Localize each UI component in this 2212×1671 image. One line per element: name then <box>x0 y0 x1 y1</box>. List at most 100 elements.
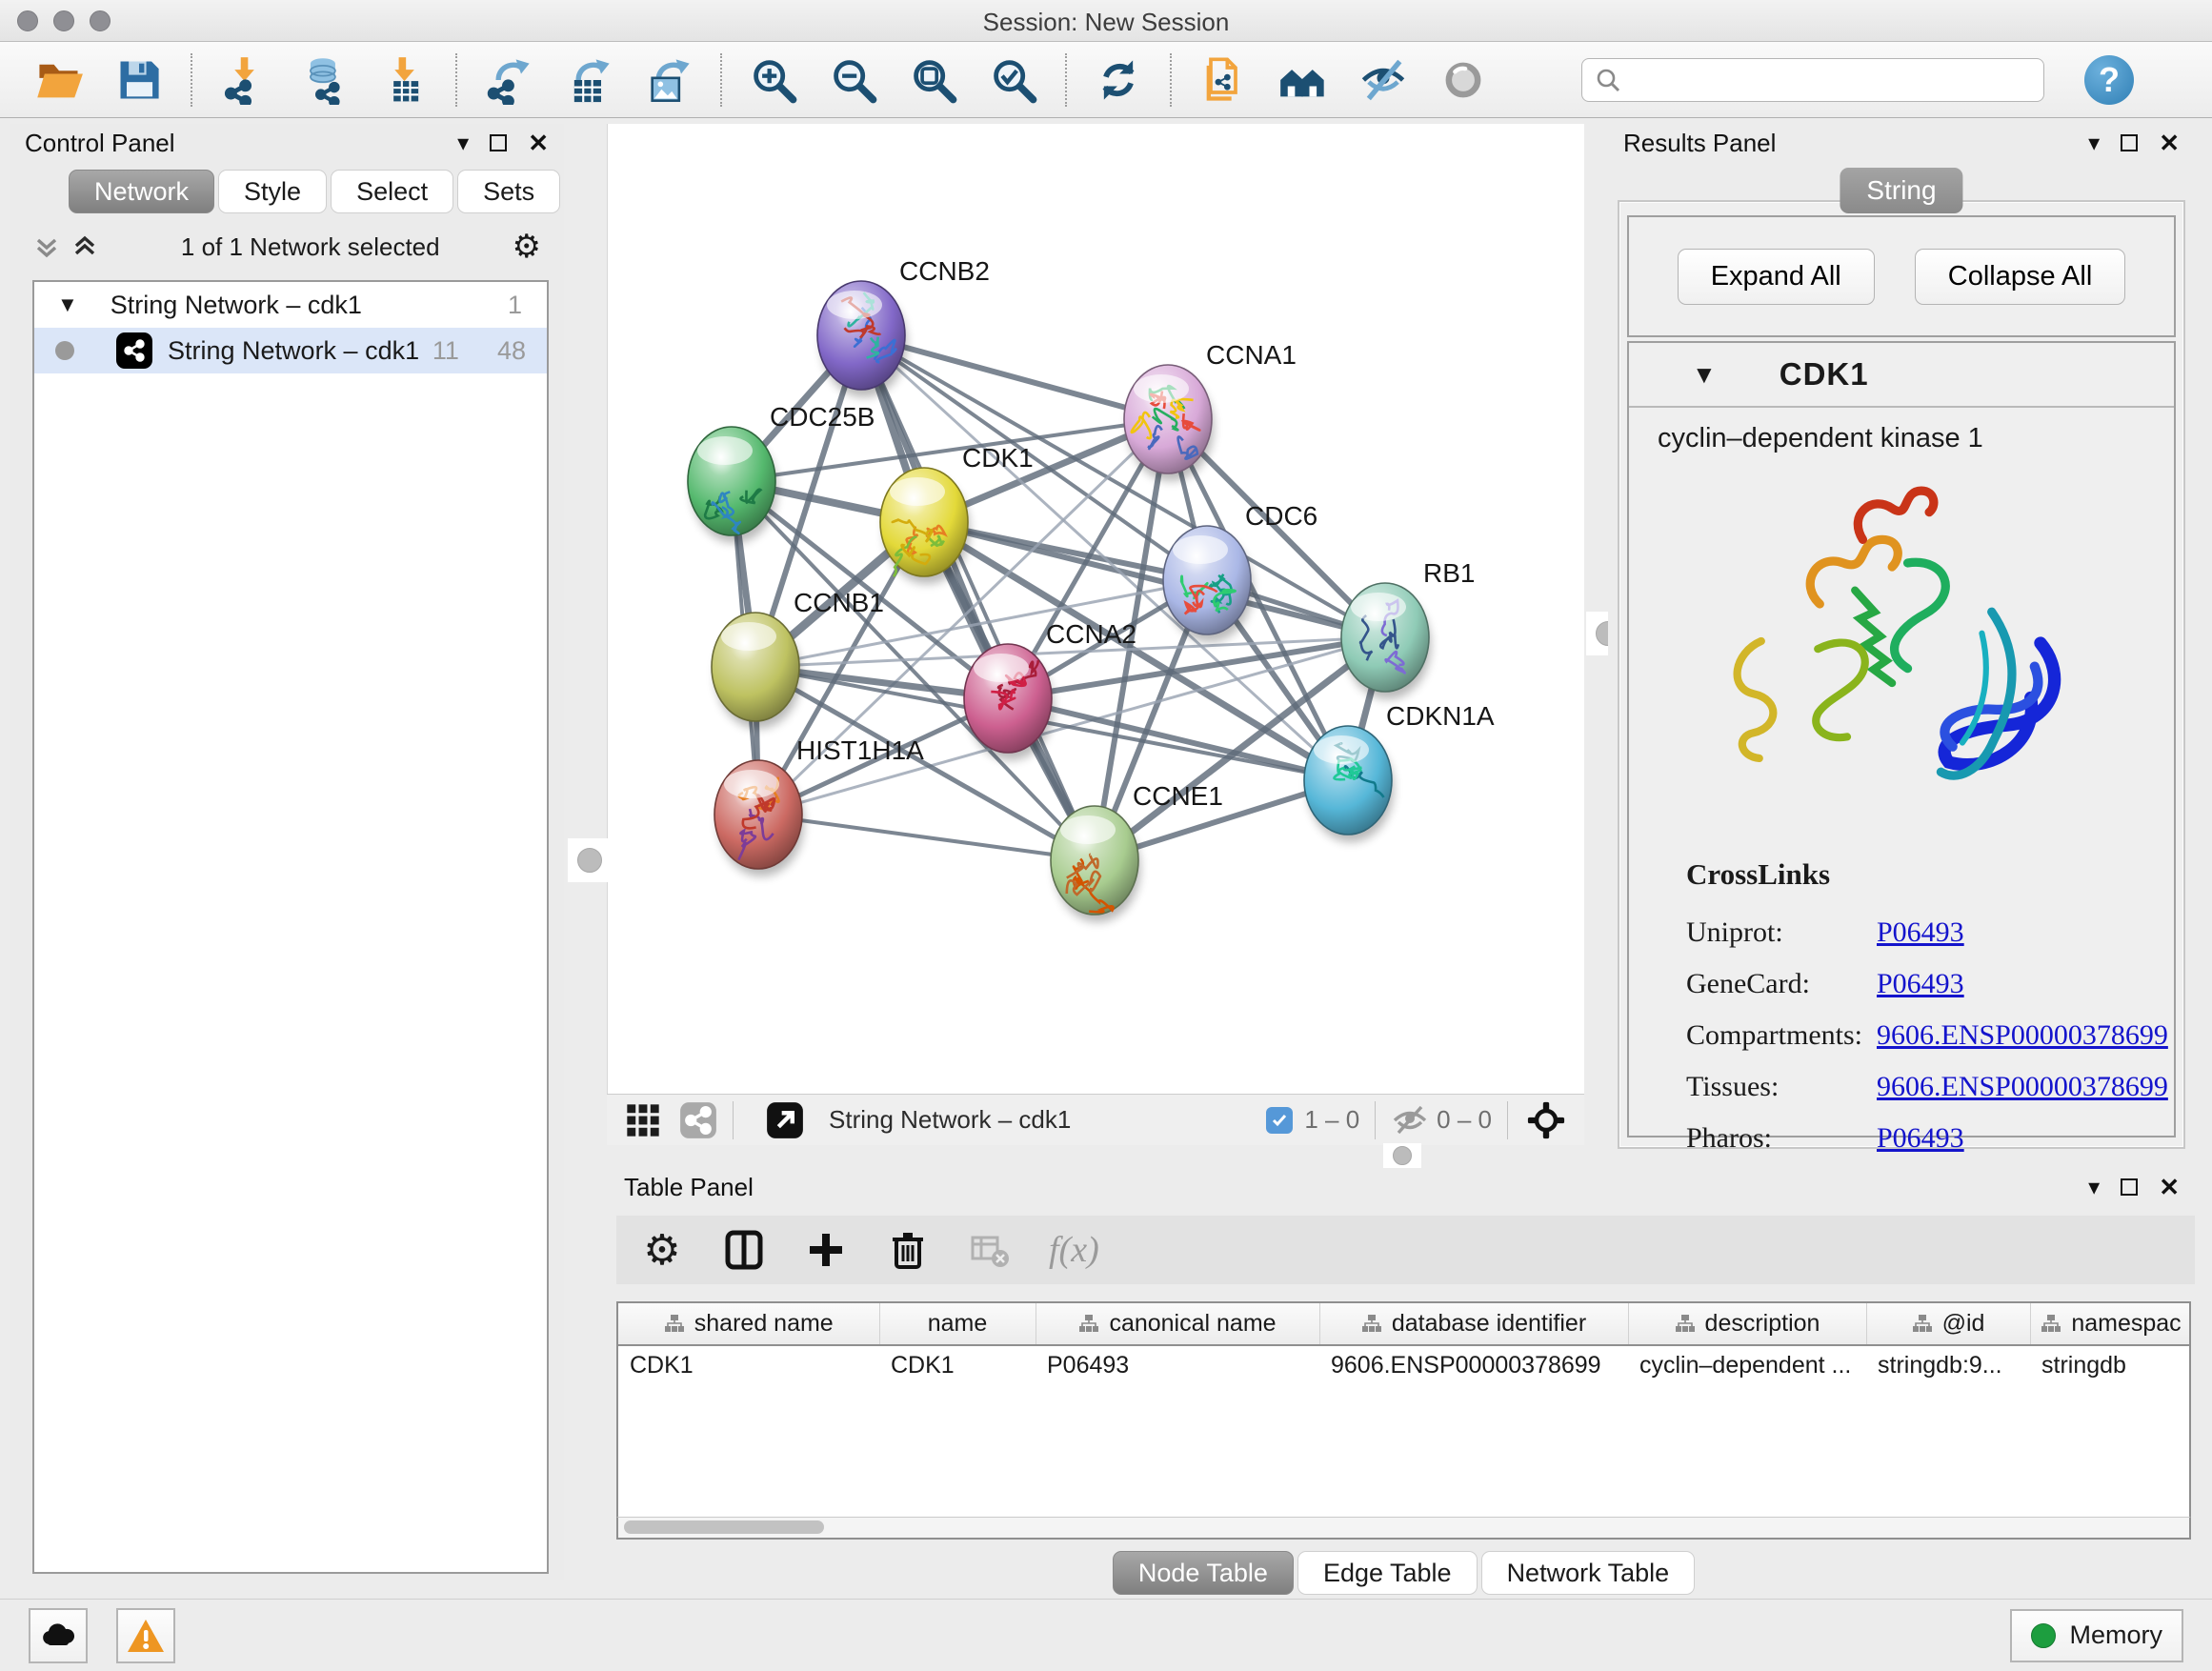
network-node-CCNE1[interactable]: CCNE1 <box>1051 781 1223 922</box>
scrollbar-thumb[interactable] <box>624 1520 824 1534</box>
crosslink-link[interactable]: 9606.ENSP00000378699 <box>1877 1071 2168 1103</box>
float-panel-icon[interactable] <box>2121 134 2138 151</box>
close-icon[interactable]: ✕ <box>528 129 549 158</box>
refresh-icon[interactable] <box>1092 53 1145 107</box>
crosslink-link[interactable]: 9606.ENSP00000378699 <box>1877 1019 2168 1052</box>
tree-expand-icon[interactable]: ▼ <box>57 292 78 317</box>
tab-network[interactable]: Network <box>69 170 214 213</box>
zoom-out-icon[interactable] <box>827 53 880 107</box>
help-button[interactable]: ? <box>2084 55 2134 105</box>
column-header--id[interactable]: @id <box>1866 1303 2030 1345</box>
network-node-CDKN1A[interactable]: CDKN1A <box>1304 701 1495 842</box>
crosslink-link[interactable]: P06493 <box>1877 1122 1964 1155</box>
open-session-icon[interactable] <box>32 53 86 107</box>
table-horizontal-scrollbar[interactable] <box>616 1517 2191 1540</box>
node-label: CCNA2 <box>1046 619 1136 649</box>
crosslink-link[interactable]: P06493 <box>1877 968 1964 1000</box>
column-header-shared-name[interactable]: shared name <box>618 1303 879 1345</box>
column-header-name[interactable]: name <box>879 1303 1036 1345</box>
share-view-icon[interactable] <box>679 1101 717 1139</box>
open-in-browser-icon[interactable] <box>766 1101 804 1139</box>
column-header-database-identifier[interactable]: database identifier <box>1319 1303 1628 1345</box>
close-icon[interactable]: ✕ <box>2159 129 2180 158</box>
left-splitter-handle[interactable] <box>568 838 612 882</box>
table-cell[interactable]: CDK1 <box>879 1345 1036 1385</box>
network-row-selected[interactable]: String Network – cdk1 11 48 <box>34 328 547 373</box>
search-input[interactable] <box>1581 58 2044 102</box>
network-node-RB1[interactable]: RB1 <box>1341 558 1475 699</box>
save-session-icon[interactable] <box>112 53 166 107</box>
network-collection-row[interactable]: ▼ String Network – cdk1 1 <box>34 282 547 328</box>
network-edge[interactable] <box>758 815 1095 860</box>
table-cell[interactable]: P06493 <box>1036 1345 1319 1385</box>
hide-panel-icon[interactable] <box>1357 53 1410 107</box>
crosslink-link[interactable]: P06493 <box>1877 916 1964 949</box>
memory-button[interactable]: Memory <box>2010 1609 2183 1662</box>
collapse-all-icon[interactable] <box>32 232 61 261</box>
network-view-canvas[interactable]: CCNB2 CCNA1 CDC25B CDK1 CDC6 RB1 CCNB1 <box>607 124 1584 1094</box>
table-cell[interactable]: CDK1 <box>618 1345 879 1385</box>
table-cell[interactable]: stringdb <box>2030 1345 2191 1385</box>
tab-select[interactable]: Select <box>331 170 453 213</box>
show-columns-icon[interactable] <box>721 1227 767 1273</box>
zoom-fit-icon[interactable] <box>907 53 960 107</box>
network-node-HIST1H1A[interactable]: HIST1H1A <box>714 735 924 876</box>
float-panel-icon[interactable] <box>490 134 507 151</box>
expand-all-icon[interactable] <box>70 232 99 261</box>
zoom-in-icon[interactable] <box>747 53 800 107</box>
gear-icon[interactable]: ⚙ <box>513 228 541 266</box>
network-node-CCNB1[interactable]: CCNB1 <box>712 588 884 729</box>
chevron-down-icon[interactable]: ▾ <box>2088 1174 2100 1201</box>
node-table[interactable]: shared namenamecanonical namedatabase id… <box>616 1301 2191 1540</box>
cloud-icon[interactable] <box>29 1608 88 1663</box>
tab-style[interactable]: Style <box>218 170 327 213</box>
table-settings-gear-icon[interactable]: ⚙ <box>639 1227 685 1273</box>
column-header-description[interactable]: description <box>1628 1303 1866 1345</box>
toolbar-separator <box>191 53 192 107</box>
tab-edge-table[interactable]: Edge Table <box>1297 1551 1478 1595</box>
hidden-node-edge-count: 0 – 0 <box>1437 1105 1492 1135</box>
birds-eye-view-icon[interactable] <box>1527 1101 1565 1139</box>
share-document-icon[interactable] <box>1196 53 1250 107</box>
table-cell[interactable]: 9606.ENSP00000378699 <box>1319 1345 1628 1385</box>
network-view-statusbar: String Network – cdk1 1 – 0 0 – 0 <box>607 1094 1584 1145</box>
column-header-canonical-name[interactable]: canonical name <box>1036 1303 1319 1345</box>
network-edge[interactable] <box>861 335 1095 860</box>
selected-checkbox-icon[interactable] <box>1266 1107 1293 1134</box>
collapse-all-button[interactable]: Collapse All <box>1915 249 2126 305</box>
float-panel-icon[interactable] <box>2121 1178 2138 1196</box>
warning-icon[interactable] <box>116 1608 175 1663</box>
gene-card-header[interactable]: ▼ CDK1 <box>1629 343 2174 408</box>
tab-network-table[interactable]: Network Table <box>1481 1551 1696 1595</box>
bottom-splitter-handle[interactable] <box>1383 1143 1421 1168</box>
import-table-icon[interactable] <box>377 53 431 107</box>
table-cell[interactable]: stringdb:9... <box>1866 1345 2030 1385</box>
zoom-selected-icon[interactable] <box>987 53 1040 107</box>
node-label: CCNB2 <box>899 256 990 286</box>
show-panel-icon[interactable] <box>1437 53 1490 107</box>
close-icon[interactable]: ✕ <box>2159 1173 2180 1202</box>
memory-label: Memory <box>2069 1621 2162 1650</box>
import-network-icon[interactable] <box>217 53 271 107</box>
chevron-down-icon[interactable]: ▾ <box>2088 130 2100 157</box>
network-node-CCNB2[interactable]: CCNB2 <box>817 256 990 397</box>
tab-node-table[interactable]: Node Table <box>1113 1551 1294 1595</box>
delete-column-trash-icon[interactable] <box>885 1227 931 1273</box>
import-database-icon[interactable] <box>297 53 351 107</box>
export-network-icon[interactable] <box>482 53 535 107</box>
tab-sets[interactable]: Sets <box>457 170 560 213</box>
tab-string[interactable]: String <box>1840 168 1962 213</box>
export-table-icon[interactable] <box>562 53 615 107</box>
network-overview-icon[interactable] <box>1277 53 1330 107</box>
expand-all-button[interactable]: Expand All <box>1678 249 1875 305</box>
crosslink-row: Compartments:9606.ENSP00000378699 <box>1686 1010 2168 1061</box>
export-image-icon[interactable] <box>642 53 695 107</box>
collapse-gene-icon[interactable]: ▼ <box>1692 360 1717 390</box>
add-column-icon[interactable] <box>803 1227 849 1273</box>
grid-view-icon[interactable] <box>624 1101 662 1139</box>
table-row[interactable]: CDK1CDK1P064939606.ENSP00000378699cyclin… <box>618 1345 2191 1385</box>
table-cell[interactable]: cyclin–dependent ... <box>1628 1345 1866 1385</box>
network-node-CCNA2[interactable]: CCNA2 <box>964 619 1136 760</box>
column-header-namespac[interactable]: namespac <box>2030 1303 2191 1345</box>
chevron-down-icon[interactable]: ▾ <box>457 130 469 157</box>
